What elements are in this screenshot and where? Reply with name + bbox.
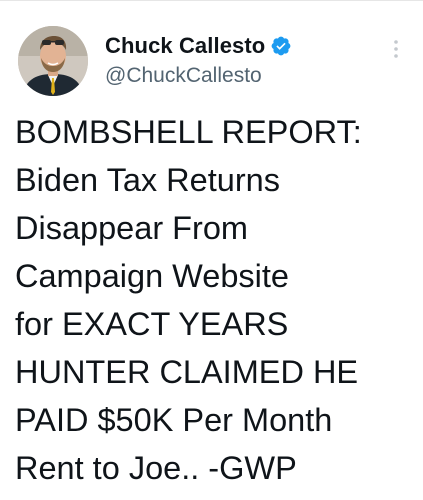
tweet-text-line: Disappear From [15,210,248,246]
tweet-text-line: Rent to Joe.. -GWP [15,450,297,486]
tweet-header: Chuck Callesto @ChuckCallesto [0,0,423,110]
avatar-photo-icon [18,26,88,96]
tweet-text-line: for EXACT YEARS [15,306,289,342]
tweet-text-line: Campaign Website [15,258,289,294]
author-avatar[interactable] [18,26,88,96]
author-handle[interactable]: @ChuckCallesto [105,64,262,88]
author-display-name[interactable]: Chuck Callesto [105,33,265,59]
verified-badge-icon [270,35,292,57]
tweet-text-line: BOMBSHELL REPORT: [15,114,362,150]
more-vertical-icon[interactable] [388,38,404,60]
author-name-row: Chuck Callesto [105,32,292,60]
tweet-text-line: PAID $50K Per Month [15,402,333,438]
tweet-text-line: HUNTER CLAIMED HE [15,354,359,390]
tweet-text-line: Biden Tax Returns [15,162,280,198]
tweet-body: BOMBSHELL REPORT: Biden Tax Returns Disa… [15,108,415,492]
